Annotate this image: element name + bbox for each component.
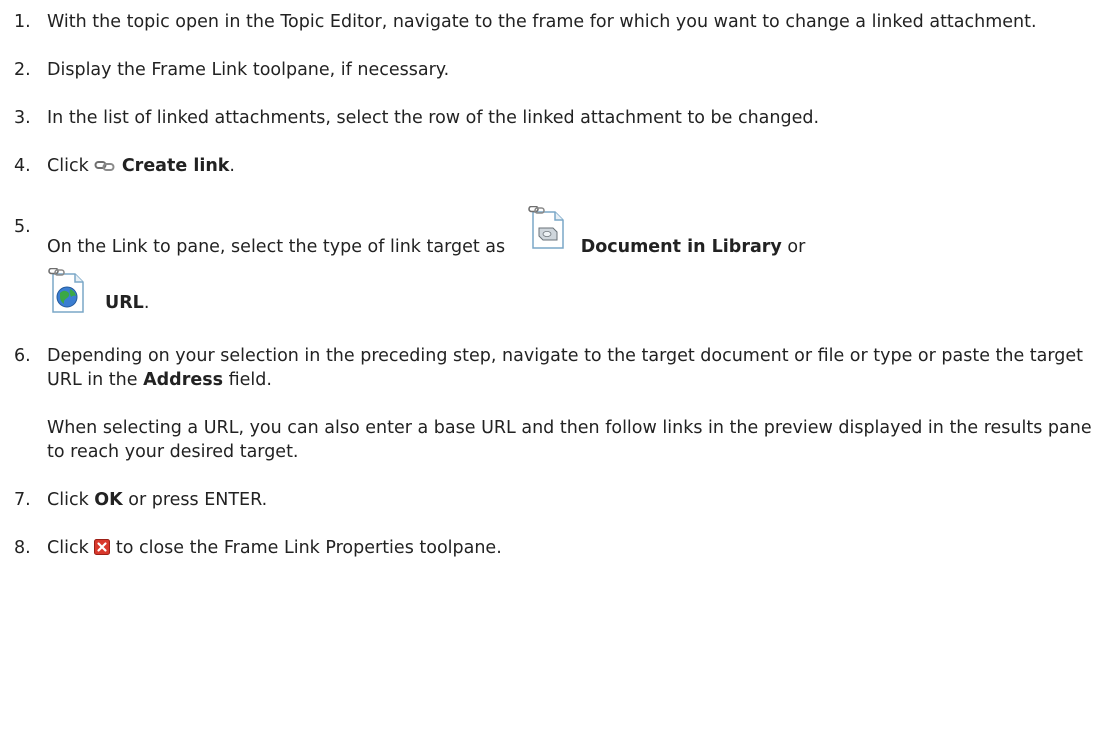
- step-number: 3.: [14, 108, 31, 128]
- step-2: 2. Display the Frame Link toolpane, if n…: [14, 58, 1109, 82]
- close-x-icon: [94, 538, 111, 562]
- step-text: Display the Frame Link toolpane, if nece…: [47, 60, 450, 80]
- step-1: 1. With the topic open in the Topic Edit…: [14, 10, 1109, 34]
- procedure-steps: 1. With the topic open in the Topic Edit…: [14, 10, 1109, 562]
- step-text: In the list of linked attachments, selec…: [47, 108, 820, 128]
- step-5: 5. On the Link to pane, select the type …: [14, 205, 1109, 322]
- step-text-post: or press ENTER.: [122, 490, 268, 510]
- ok-label: OK: [94, 490, 123, 510]
- step-text-mid: or: [781, 237, 806, 257]
- create-link-label: Create link: [121, 156, 230, 176]
- step-7: 7. Click OK or press ENTER.: [14, 488, 1109, 512]
- step-text-pre: Click: [47, 538, 95, 558]
- address-label: Address: [143, 370, 224, 390]
- step-text-post: to close the Frame Link Properties toolp…: [110, 538, 502, 558]
- url-globe-icon: [47, 267, 87, 322]
- step-number: 8.: [14, 538, 31, 558]
- step-number: 4.: [14, 156, 31, 176]
- document-in-library-label: Document in Library: [580, 237, 782, 257]
- step-text-pre: Click: [47, 490, 95, 510]
- url-label: URL: [105, 293, 144, 313]
- step-number: 5.: [14, 217, 31, 237]
- link-chain-icon: [94, 156, 116, 180]
- step-text-post: .: [143, 293, 150, 313]
- step-text-pre: Click: [47, 156, 95, 176]
- step-3: 3. In the list of linked attachments, se…: [14, 106, 1109, 130]
- step-text-pre: On the Link to pane, select the type of …: [47, 237, 511, 257]
- step-number: 7.: [14, 490, 31, 510]
- step-text-post: field.: [223, 370, 272, 390]
- step-text-post: .: [229, 156, 235, 176]
- step-text: With the topic open in the Topic Editor,…: [47, 12, 1037, 32]
- step-number: 6.: [14, 346, 31, 366]
- document-in-library-icon: [527, 205, 567, 258]
- step-number: 1.: [14, 12, 31, 32]
- step-number: 2.: [14, 60, 31, 80]
- step-4: 4. Click Create link.: [14, 154, 1109, 180]
- step-8: 8. Click to close the Frame Link Propert…: [14, 536, 1109, 562]
- step-note: When selecting a URL, you can also enter…: [47, 418, 1092, 462]
- step-6: 6. Depending on your selection in the pr…: [14, 344, 1109, 464]
